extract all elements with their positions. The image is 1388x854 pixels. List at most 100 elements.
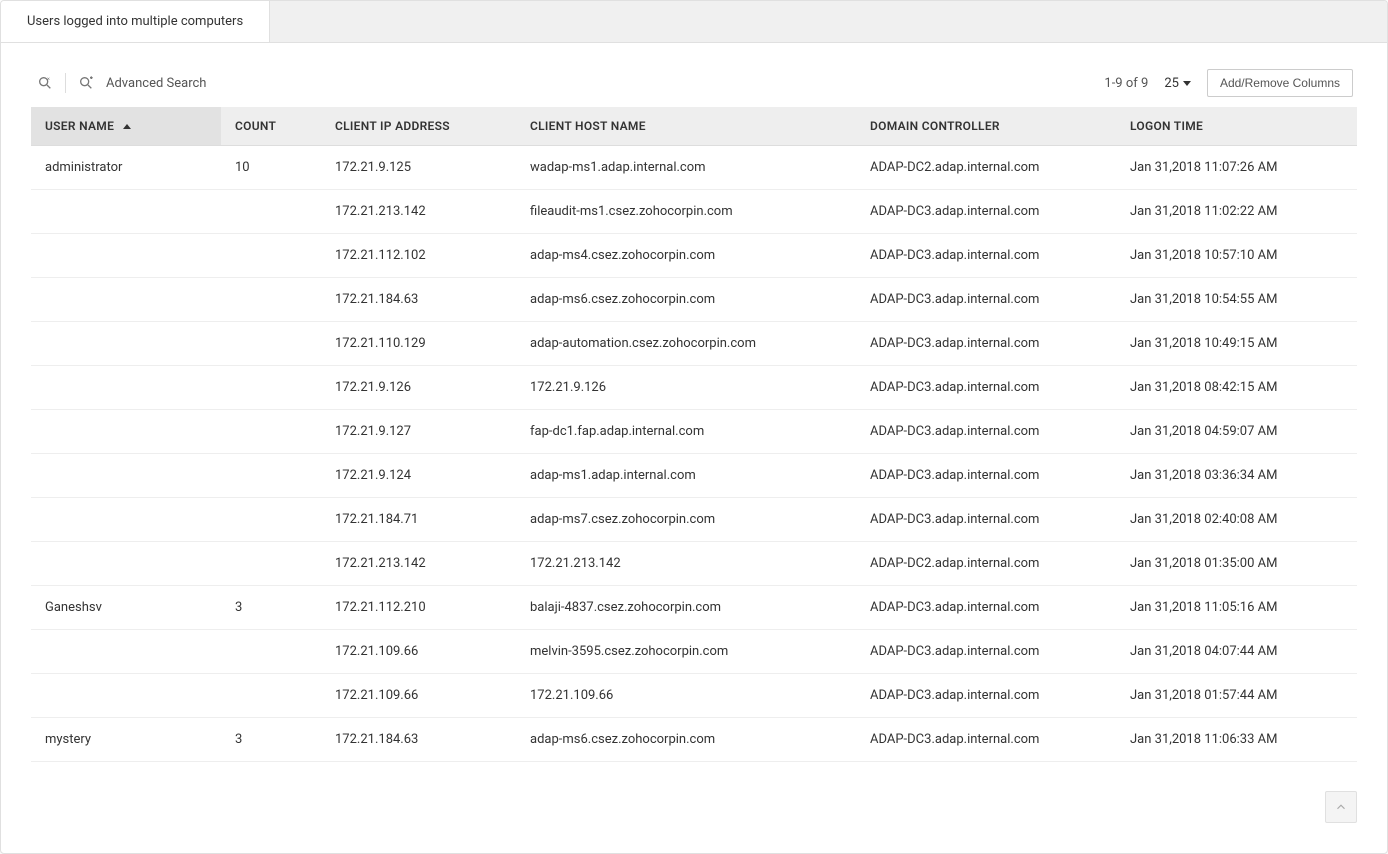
search-icon[interactable]: × [35,73,55,93]
table-row[interactable]: 172.21.9.124adap-ms1.adap.internal.comAD… [31,454,1357,498]
cell-count: 10 [221,146,321,190]
table-row[interactable]: 172.21.9.126172.21.9.126ADAP-DC3.adap.in… [31,366,1357,410]
cell-count [221,366,321,410]
column-header-logon-time[interactable]: LOGON TIME [1116,107,1357,146]
table-row[interactable]: 172.21.109.66172.21.109.66ADAP-DC3.adap.… [31,674,1357,718]
report-panel: × Advanced Search 1-9 of 9 25 Add/Remove… [1,43,1387,762]
cell-ip: 172.21.9.126 [321,366,516,410]
scroll-to-top-button[interactable] [1325,791,1357,823]
cell-count [221,454,321,498]
cell-user [31,410,221,454]
cell-dc: ADAP-DC3.adap.internal.com [856,322,1116,366]
cell-ip: 172.21.184.63 [321,718,516,762]
cell-ip: 172.21.9.127 [321,410,516,454]
table-row[interactable]: mystery3172.21.184.63adap-ms6.csez.zohoc… [31,718,1357,762]
cell-count [221,542,321,586]
cell-ip: 172.21.112.102 [321,234,516,278]
cell-count: 3 [221,718,321,762]
cell-time: Jan 31,2018 10:54:55 AM [1116,278,1357,322]
table-row[interactable]: Ganeshsv3172.21.112.210balaji-4837.csez.… [31,586,1357,630]
cell-user [31,674,221,718]
cell-host: 172.21.9.126 [516,366,856,410]
cell-dc: ADAP-DC3.adap.internal.com [856,718,1116,762]
table-row[interactable]: 172.21.213.142172.21.213.142ADAP-DC2.ada… [31,542,1357,586]
table-row[interactable]: administrator10172.21.9.125wadap-ms1.ada… [31,146,1357,190]
cell-dc: ADAP-DC3.adap.internal.com [856,190,1116,234]
column-header-count[interactable]: COUNT [221,107,321,146]
table-body: administrator10172.21.9.125wadap-ms1.ada… [31,146,1357,762]
cell-dc: ADAP-DC3.adap.internal.com [856,674,1116,718]
cell-time: Jan 31,2018 01:57:44 AM [1116,674,1357,718]
cell-dc: ADAP-DC2.adap.internal.com [856,542,1116,586]
cell-count: 3 [221,586,321,630]
cell-time: Jan 31,2018 10:57:10 AM [1116,234,1357,278]
toolbar: × Advanced Search 1-9 of 9 25 Add/Remove… [31,67,1357,107]
column-header-client-host[interactable]: CLIENT HOST NAME [516,107,856,146]
pagination-info: 1-9 of 9 [1104,76,1148,91]
cell-host: adap-ms6.csez.zohocorpin.com [516,278,856,322]
cell-dc: ADAP-DC3.adap.internal.com [856,630,1116,674]
column-header-domain-controller[interactable]: DOMAIN CONTROLLER [856,107,1116,146]
cell-time: Jan 31,2018 03:36:34 AM [1116,454,1357,498]
column-header-client-ip[interactable]: CLIENT IP ADDRESS [321,107,516,146]
table-row[interactable]: 172.21.9.127fap-dc1.fap.adap.internal.co… [31,410,1357,454]
chevron-up-icon [1334,800,1348,814]
cell-time: Jan 31,2018 04:07:44 AM [1116,630,1357,674]
table-row[interactable]: 172.21.112.102adap-ms4.csez.zohocorpin.c… [31,234,1357,278]
tab-users-multiple-computers[interactable]: Users logged into multiple computers [1,1,270,42]
toolbar-divider [65,73,66,93]
toolbar-left: × Advanced Search [35,73,206,93]
page-size-selector[interactable]: 25 [1164,76,1191,91]
cell-user [31,366,221,410]
advanced-search-link[interactable]: Advanced Search [106,76,206,91]
column-label: USER NAME [45,119,114,133]
cell-ip: 172.21.110.129 [321,322,516,366]
cell-count [221,190,321,234]
cell-ip: 172.21.213.142 [321,542,516,586]
cell-user: Ganeshsv [31,586,221,630]
advanced-search-icon[interactable] [76,73,96,93]
cell-user [31,234,221,278]
column-label: DOMAIN CONTROLLER [870,119,1000,133]
cell-ip: 172.21.112.210 [321,586,516,630]
cell-time: Jan 31,2018 08:42:15 AM [1116,366,1357,410]
cell-user [31,322,221,366]
cell-time: Jan 31,2018 11:07:26 AM [1116,146,1357,190]
cell-dc: ADAP-DC3.adap.internal.com [856,366,1116,410]
sort-ascending-icon [123,124,131,129]
cell-ip: 172.21.9.125 [321,146,516,190]
cell-dc: ADAP-DC3.adap.internal.com [856,586,1116,630]
cell-host: fap-dc1.fap.adap.internal.com [516,410,856,454]
cell-ip: 172.21.9.124 [321,454,516,498]
cell-user [31,278,221,322]
cell-ip: 172.21.184.63 [321,278,516,322]
page-size-value: 25 [1164,76,1179,91]
table-row[interactable]: 172.21.184.63adap-ms6.csez.zohocorpin.co… [31,278,1357,322]
cell-count [221,278,321,322]
column-header-user-name[interactable]: USER NAME [31,107,221,146]
cell-user [31,454,221,498]
tab-label: Users logged into multiple computers [27,14,243,29]
cell-host: 172.21.109.66 [516,674,856,718]
cell-host: melvin-3595.csez.zohocorpin.com [516,630,856,674]
cell-user [31,630,221,674]
chevron-down-icon [1183,81,1191,86]
cell-time: Jan 31,2018 11:05:16 AM [1116,586,1357,630]
cell-host: wadap-ms1.adap.internal.com [516,146,856,190]
cell-user: administrator [31,146,221,190]
toolbar-right: 1-9 of 9 25 Add/Remove Columns [1104,69,1353,97]
cell-time: Jan 31,2018 10:49:15 AM [1116,322,1357,366]
cell-count [221,234,321,278]
cell-count [221,322,321,366]
cell-host: adap-ms7.csez.zohocorpin.com [516,498,856,542]
table-row[interactable]: 172.21.184.71adap-ms7.csez.zohocorpin.co… [31,498,1357,542]
table-row[interactable]: 172.21.110.129adap-automation.csez.zohoc… [31,322,1357,366]
cell-dc: ADAP-DC3.adap.internal.com [856,454,1116,498]
cell-ip: 172.21.184.71 [321,498,516,542]
add-remove-columns-button[interactable]: Add/Remove Columns [1207,69,1353,97]
table-row[interactable]: 172.21.213.142fileaudit-ms1.csez.zohocor… [31,190,1357,234]
cell-host: adap-automation.csez.zohocorpin.com [516,322,856,366]
cell-host: adap-ms1.adap.internal.com [516,454,856,498]
table-row[interactable]: 172.21.109.66melvin-3595.csez.zohocorpin… [31,630,1357,674]
cell-user: mystery [31,718,221,762]
